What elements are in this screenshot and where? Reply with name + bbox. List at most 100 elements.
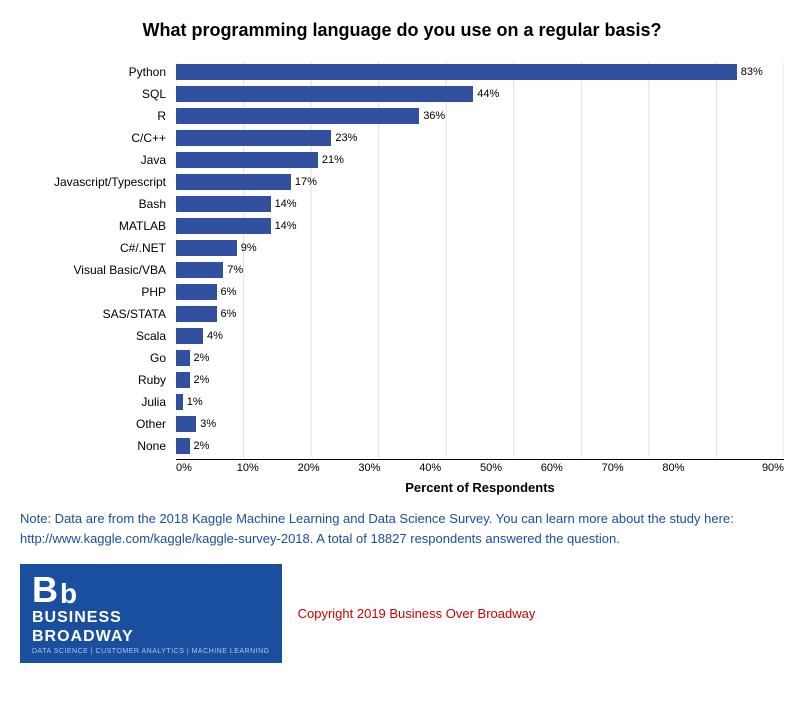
y-label: Visual Basic/VBA — [30, 259, 170, 281]
bar — [176, 350, 190, 366]
bar-value-label: 21% — [322, 154, 344, 166]
bar-row: 6% — [176, 281, 784, 303]
bar-value-label: 14% — [275, 220, 297, 232]
logo-b-large: B — [32, 572, 58, 608]
bar-row: 7% — [176, 259, 784, 281]
chart-title: What programming language do you use on … — [20, 20, 784, 41]
y-label: SAS/STATA — [30, 303, 170, 325]
y-label: Java — [30, 149, 170, 171]
bar-row: 2% — [176, 435, 784, 457]
y-label: Scala — [30, 325, 170, 347]
note-section: Note: Data are from the 2018 Kaggle Mach… — [20, 509, 770, 548]
bars-area: 83% 44% 36% 23% 21% 17% 14% 14% 9% 7% 6% 6% 4% 2% 2% 1%… — [176, 61, 784, 457]
bar-value-label: 17% — [295, 176, 317, 188]
bar-row: 21% — [176, 149, 784, 171]
bar — [176, 394, 183, 410]
x-tick: 90% — [723, 462, 784, 474]
y-label: Other — [30, 413, 170, 435]
y-label: Bash — [30, 193, 170, 215]
bar-row: 2% — [176, 369, 784, 391]
logo-line2: BROADWAY — [32, 627, 270, 646]
x-tick: 20% — [298, 462, 359, 474]
y-label: Javascript/Typescript — [30, 171, 170, 193]
bar-value-label: 6% — [221, 286, 237, 298]
x-tick: 10% — [237, 462, 298, 474]
y-labels: PythonSQLRC/C++JavaJavascript/Typescript… — [30, 61, 170, 457]
bar-value-label: 6% — [221, 308, 237, 320]
bar-value-label: 36% — [423, 110, 445, 122]
bar-row: 6% — [176, 303, 784, 325]
bar — [176, 262, 223, 278]
bar-value-label: 2% — [194, 374, 210, 386]
bar-value-label: 2% — [194, 352, 210, 364]
bar-row: 23% — [176, 127, 784, 149]
logo-box: B b BUSINESS BROADWAY DATA SCIENCE | CUS… — [20, 564, 282, 663]
y-label: Python — [30, 61, 170, 83]
y-label: R — [30, 105, 170, 127]
logo-line1: BUSINESS — [32, 608, 270, 627]
logo-b-small: b — [60, 580, 77, 608]
y-label: SQL — [30, 83, 170, 105]
y-label: Go — [30, 347, 170, 369]
x-axis-label: Percent of Respondents — [176, 480, 784, 495]
bar-row: 1% — [176, 391, 784, 413]
x-tick: 0% — [176, 462, 237, 474]
bar-row: 9% — [176, 237, 784, 259]
bar-row: 14% — [176, 193, 784, 215]
bar — [176, 152, 318, 168]
bar-value-label: 44% — [477, 88, 499, 100]
bar-row: 2% — [176, 347, 784, 369]
bar-row: 3% — [176, 413, 784, 435]
footer: B b BUSINESS BROADWAY DATA SCIENCE | CUS… — [20, 564, 784, 663]
bar-row: 4% — [176, 325, 784, 347]
bar-value-label: 3% — [200, 418, 216, 430]
bar — [176, 108, 419, 124]
logo-sub: DATA SCIENCE | CUSTOMER ANALYTICS | MACH… — [32, 648, 270, 655]
logo-bb: B b — [32, 572, 270, 608]
bar — [176, 218, 271, 234]
y-label: C/C++ — [30, 127, 170, 149]
x-tick: 50% — [480, 462, 541, 474]
bar — [176, 416, 196, 432]
bar — [176, 438, 190, 454]
bar-row: 44% — [176, 83, 784, 105]
bar-value-label: 4% — [207, 330, 223, 342]
y-label: MATLAB — [30, 215, 170, 237]
y-label: Ruby — [30, 369, 170, 391]
x-tick: 80% — [662, 462, 723, 474]
bar-value-label: 9% — [241, 242, 257, 254]
y-label: None — [30, 435, 170, 457]
bar-row: 17% — [176, 171, 784, 193]
bar-value-label: 23% — [335, 132, 357, 144]
bar — [176, 130, 331, 146]
copyright: Copyright 2019 Business Over Broadway — [298, 606, 536, 621]
bar — [176, 306, 217, 322]
x-ticks: 0%10%20%30%40%50%60%70%80%90% — [176, 462, 784, 474]
bar-value-label: 83% — [741, 66, 763, 78]
bar-value-label: 2% — [194, 440, 210, 452]
bar-row: 36% — [176, 105, 784, 127]
y-label: C#/.NET — [30, 237, 170, 259]
bar-value-label: 7% — [227, 264, 243, 276]
bar — [176, 64, 737, 80]
bar — [176, 284, 217, 300]
bar — [176, 328, 203, 344]
bar-value-label: 14% — [275, 198, 297, 210]
bar — [176, 240, 237, 256]
chart-container: PythonSQLRC/C++JavaJavascript/Typescript… — [30, 61, 784, 495]
x-tick: 30% — [358, 462, 419, 474]
x-axis-line — [176, 459, 784, 460]
bar — [176, 174, 291, 190]
y-label: PHP — [30, 281, 170, 303]
y-label: Julia — [30, 391, 170, 413]
x-tick: 60% — [541, 462, 602, 474]
bar-value-label: 1% — [187, 396, 203, 408]
bar — [176, 372, 190, 388]
x-tick: 40% — [419, 462, 480, 474]
bar-row: 14% — [176, 215, 784, 237]
bar — [176, 86, 473, 102]
bar-row: 83% — [176, 61, 784, 83]
x-tick: 70% — [602, 462, 663, 474]
bar — [176, 196, 271, 212]
x-axis-container: 0%10%20%30%40%50%60%70%80%90% Percent of… — [176, 457, 784, 495]
